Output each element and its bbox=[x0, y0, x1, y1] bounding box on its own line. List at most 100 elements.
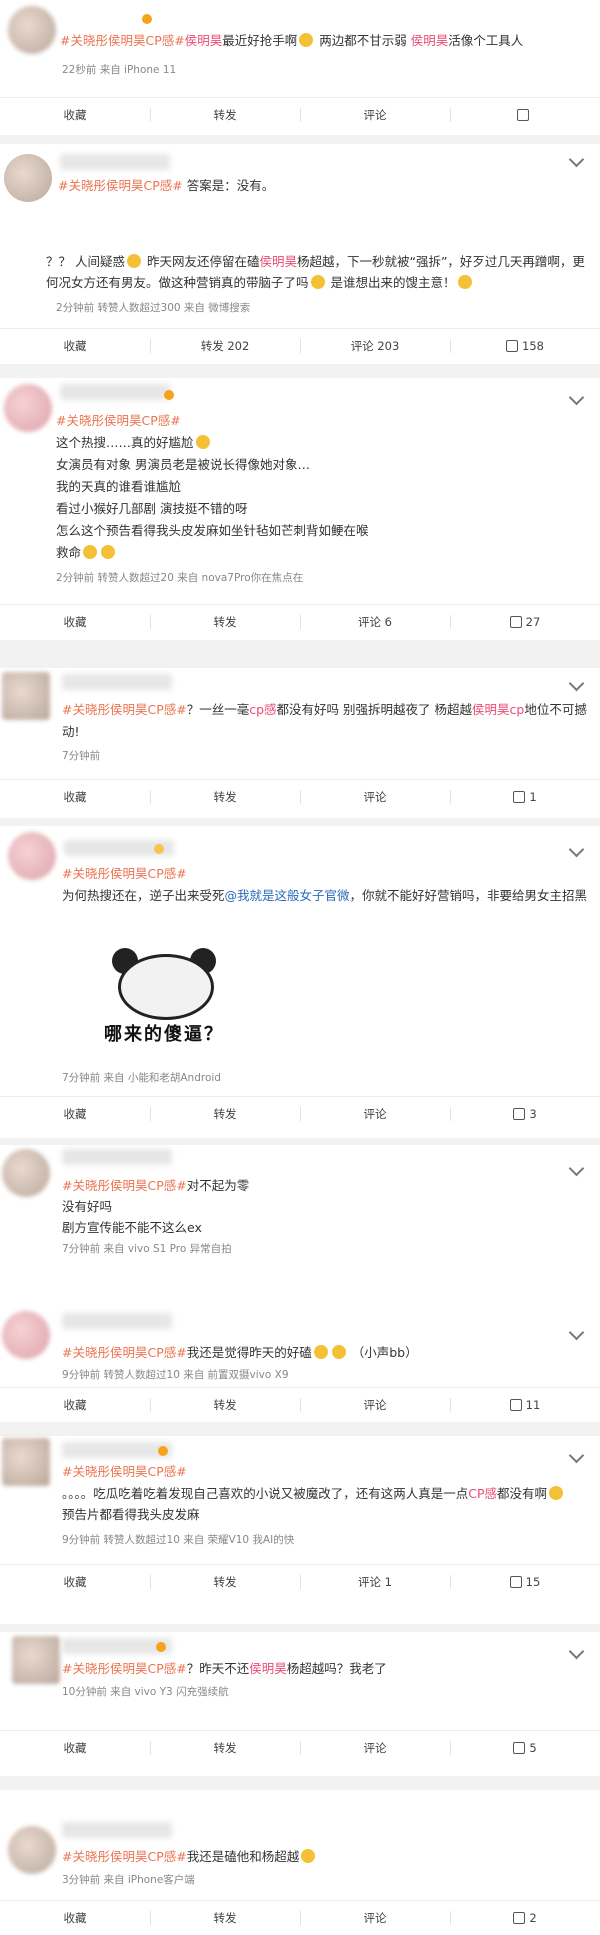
username[interactable] bbox=[60, 154, 170, 170]
hashtag-link[interactable]: #关晓彤侯明昊CP感# bbox=[62, 1178, 187, 1193]
emoji-icon bbox=[457, 275, 472, 289]
hashtag-link[interactable]: #关晓彤侯明昊CP感# bbox=[56, 413, 181, 428]
comment-button[interactable]: 评论 bbox=[300, 1388, 450, 1422]
chevron-down-icon[interactable] bbox=[568, 1643, 585, 1660]
avatar[interactable] bbox=[2, 1438, 50, 1486]
post-text: #关晓彤侯明昊CP感# bbox=[62, 863, 578, 884]
forward-button[interactable]: 转发 bbox=[150, 1731, 300, 1765]
comment-button[interactable]: 评论 bbox=[300, 1731, 450, 1765]
like-count: 158 bbox=[522, 339, 544, 353]
avatar[interactable] bbox=[4, 154, 52, 202]
like-button[interactable] bbox=[450, 98, 600, 132]
comment-button[interactable]: 评论 6 bbox=[300, 605, 450, 639]
comment-button[interactable]: 评论 bbox=[300, 1097, 450, 1131]
hashtag-link[interactable]: #关晓彤侯明昊CP感# bbox=[58, 178, 183, 193]
collect-button[interactable]: 收藏 bbox=[0, 780, 150, 814]
forward-label: 转发 202 bbox=[200, 339, 250, 353]
like-button[interactable]: 5 bbox=[450, 1731, 600, 1765]
like-button[interactable]: 158 bbox=[450, 329, 600, 363]
username[interactable] bbox=[60, 384, 170, 400]
post-text: #关晓彤侯明昊CP感# 答案是：没有。 bbox=[58, 175, 578, 196]
collect-button[interactable]: 收藏 bbox=[0, 1565, 150, 1599]
username[interactable] bbox=[62, 1442, 172, 1458]
post-body-line: ？？ 人间疑惑 昨天网友还停留在磕侯明昊杨超越，下一秒就被“强拆”，好歹过几天再… bbox=[46, 251, 585, 272]
emoji-icon bbox=[331, 1345, 346, 1359]
collect-button[interactable]: 收藏 bbox=[0, 1097, 150, 1131]
forward-label: 转发 bbox=[213, 1741, 237, 1755]
collect-button[interactable]: 收藏 bbox=[0, 1388, 150, 1422]
like-count: 5 bbox=[529, 1741, 537, 1755]
avatar[interactable] bbox=[2, 1311, 50, 1359]
action-bar: 收藏 转发 评论 1 15 bbox=[0, 1564, 600, 1599]
vip-badge-icon bbox=[156, 1642, 166, 1652]
collect-button[interactable]: 收藏 bbox=[0, 329, 150, 363]
avatar[interactable] bbox=[2, 1149, 50, 1197]
post-body-line: 没有好吗 bbox=[62, 1196, 578, 1217]
comment-button[interactable]: 评论 1 bbox=[300, 1565, 450, 1599]
hashtag-link[interactable]: #关晓彤侯明昊CP感# bbox=[62, 702, 187, 717]
chevron-down-icon[interactable] bbox=[568, 841, 585, 858]
post-card: #关晓彤侯明昊CP感#？一丝一毫cp感都没有好吗 别强拆明越夜了 杨超越侯明昊c… bbox=[0, 668, 600, 818]
hashtag-link[interactable]: #关晓彤侯明昊CP感# bbox=[62, 1849, 187, 1864]
hashtag-link[interactable]: #关晓彤侯明昊CP感# bbox=[62, 866, 187, 881]
avatar[interactable] bbox=[8, 1826, 56, 1874]
username[interactable] bbox=[62, 1149, 172, 1165]
username[interactable] bbox=[62, 1822, 172, 1838]
forward-button[interactable]: 转发 202 bbox=[150, 329, 300, 363]
forward-button[interactable]: 转发 bbox=[150, 1097, 300, 1131]
action-bar: 收藏 转发 评论 2 bbox=[0, 1900, 600, 1935]
like-button[interactable]: 11 bbox=[450, 1388, 600, 1422]
mention-link[interactable]: @我就是这般女子官微 bbox=[225, 888, 350, 903]
like-count: 2 bbox=[529, 1911, 537, 1925]
chevron-down-icon[interactable] bbox=[568, 389, 585, 406]
post-card: #关晓彤侯明昊CP感#侯明昊最近好抢手啊 两边都不甘示弱 侯明昊活像个工具人 2… bbox=[0, 0, 600, 135]
forward-button[interactable]: 转发 bbox=[150, 780, 300, 814]
collect-button[interactable]: 收藏 bbox=[0, 98, 150, 132]
emoji-icon bbox=[549, 1486, 564, 1500]
hashtag-link[interactable]: #关晓彤侯明昊CP感# bbox=[60, 33, 185, 48]
like-button[interactable]: 1 bbox=[450, 780, 600, 814]
vip-badge-icon bbox=[158, 1446, 168, 1456]
hashtag-link[interactable]: #关晓彤侯明昊CP感# bbox=[62, 1661, 187, 1676]
meme-image[interactable]: 哪来的傻逼？ bbox=[70, 946, 258, 1046]
forward-button[interactable]: 转发 bbox=[150, 1901, 300, 1935]
hashtag-link[interactable]: #关晓彤侯明昊CP感# bbox=[62, 1464, 187, 1479]
avatar[interactable] bbox=[4, 384, 52, 432]
comment-button[interactable]: 评论 bbox=[300, 1901, 450, 1935]
post-body-line: 预告片都看得我头皮发麻 bbox=[62, 1504, 578, 1525]
collect-label: 收藏 bbox=[63, 1741, 87, 1755]
hashtag-link[interactable]: #关晓彤侯明昊CP感# bbox=[62, 1345, 187, 1360]
chevron-down-icon[interactable] bbox=[568, 151, 585, 168]
avatar[interactable] bbox=[2, 672, 50, 720]
like-button[interactable]: 15 bbox=[450, 1565, 600, 1599]
post-text: #关晓彤侯明昊CP感#？昨天不还侯明昊杨超越吗？我老了 bbox=[62, 1658, 578, 1679]
collect-button[interactable]: 收藏 bbox=[0, 605, 150, 639]
username[interactable] bbox=[62, 674, 172, 690]
forward-button[interactable]: 转发 bbox=[150, 605, 300, 639]
avatar[interactable] bbox=[8, 6, 56, 54]
like-count: 3 bbox=[529, 1107, 537, 1121]
collect-button[interactable]: 收藏 bbox=[0, 1731, 150, 1765]
username[interactable] bbox=[62, 1313, 172, 1329]
comment-button[interactable]: 评论 bbox=[300, 98, 450, 132]
like-button[interactable]: 2 bbox=[450, 1901, 600, 1935]
emoji-icon bbox=[83, 545, 98, 559]
avatar[interactable] bbox=[8, 832, 56, 880]
forward-button[interactable]: 转发 bbox=[150, 98, 300, 132]
collect-label: 收藏 bbox=[63, 615, 87, 629]
comment-button[interactable]: 评论 bbox=[300, 780, 450, 814]
avatar[interactable] bbox=[12, 1636, 60, 1684]
like-button[interactable]: 3 bbox=[450, 1097, 600, 1131]
post-meta: 9分钟前 转赞人数超过10 来自 荣耀V10 我AI的快 bbox=[62, 1534, 295, 1546]
forward-button[interactable]: 转发 bbox=[150, 1388, 300, 1422]
like-button[interactable]: 27 bbox=[450, 605, 600, 639]
comment-button[interactable]: 评论 203 bbox=[300, 329, 450, 363]
chevron-down-icon[interactable] bbox=[568, 1160, 585, 1177]
collect-label: 收藏 bbox=[63, 1107, 87, 1121]
collect-button[interactable]: 收藏 bbox=[0, 1901, 150, 1935]
post-text: #关晓彤侯明昊CP感#？一丝一毫cp感都没有好吗 别强拆明越夜了 杨超越侯明昊c… bbox=[62, 699, 587, 720]
post-body-line: 动! bbox=[62, 721, 578, 742]
chevron-down-icon[interactable] bbox=[568, 1324, 585, 1341]
forward-button[interactable]: 转发 bbox=[150, 1565, 300, 1599]
chevron-down-icon[interactable] bbox=[568, 675, 585, 692]
